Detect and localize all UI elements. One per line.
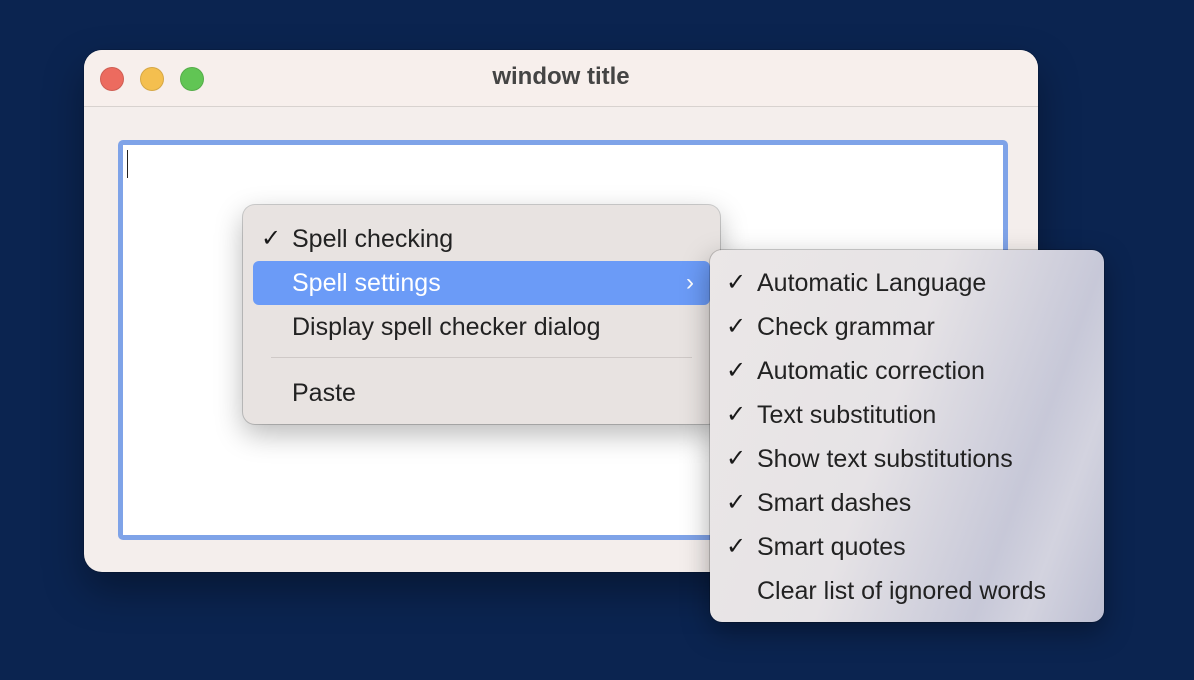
spell-settings-submenu: ✓ Automatic Language ✓ Check grammar ✓ A… [710,250,1104,622]
checkmark-icon: ✓ [726,533,747,560]
menu-item-paste[interactable]: Paste [253,371,710,415]
menu-item-spell-checking[interactable]: ✓ Spell checking [253,217,710,261]
submenu-item-label: Show text substitutions [757,445,1013,473]
checkmark-icon: ✓ [726,445,747,472]
title-bar[interactable]: window title [84,50,1038,107]
submenu-item-label: Smart quotes [757,533,906,561]
checkmark-icon: ✓ [726,401,747,428]
submenu-item-automatic-language[interactable]: ✓ Automatic Language [718,261,1096,305]
menu-item-label: Paste [292,379,356,407]
submenu-item-smart-quotes[interactable]: ✓ Smart quotes [718,525,1096,569]
submenu-item-smart-dashes[interactable]: ✓ Smart dashes [718,481,1096,525]
submenu-item-automatic-correction[interactable]: ✓ Automatic correction [718,349,1096,393]
checkmark-icon: ✓ [726,489,747,516]
submenu-item-label: Text substitution [757,401,937,429]
checkmark-icon: ✓ [261,225,282,252]
menu-item-display-spell-checker-dialog[interactable]: Display spell checker dialog [253,305,710,349]
menu-separator [271,357,692,358]
submenu-item-label: Automatic Language [757,269,987,297]
checkmark-icon: ✓ [726,269,747,296]
checkmark-icon: ✓ [726,357,747,384]
submenu-item-clear-ignored-words[interactable]: Clear list of ignored words [718,569,1096,613]
checkmark-icon: ✓ [726,313,747,340]
text-caret [127,150,128,178]
window-title: window title [492,63,630,90]
submenu-item-label: Clear list of ignored words [757,577,1047,605]
submenu-item-show-text-substitutions[interactable]: ✓ Show text substitutions [718,437,1096,481]
submenu-item-label: Smart dashes [757,489,912,517]
submenu-item-check-grammar[interactable]: ✓ Check grammar [718,305,1096,349]
chevron-right-icon: › [686,269,694,296]
context-menu: ✓ Spell checking Spell settings › Displa… [243,205,720,424]
submenu-item-label: Automatic correction [757,357,985,385]
menu-item-label: Display spell checker dialog [292,313,601,341]
submenu-item-text-substitution[interactable]: ✓ Text substitution [718,393,1096,437]
submenu-item-label: Check grammar [757,313,935,341]
menu-item-spell-settings[interactable]: Spell settings › [253,261,710,305]
menu-item-label: Spell checking [292,225,454,253]
menu-item-label: Spell settings [292,269,441,297]
